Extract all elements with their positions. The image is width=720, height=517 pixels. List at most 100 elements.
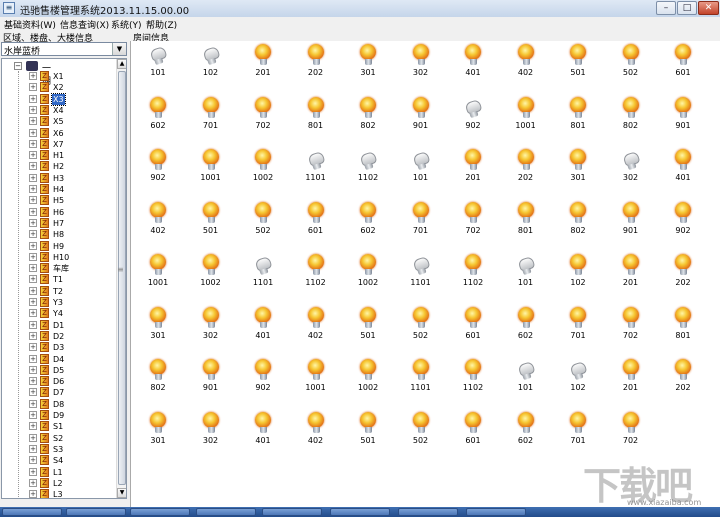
room-cell[interactable]: 301 (343, 43, 393, 83)
room-cell[interactable]: 801 (291, 96, 341, 136)
room-cell[interactable]: 502 (396, 411, 446, 451)
room-cell[interactable]: 1002 (343, 253, 393, 293)
room-cell[interactable]: 602 (501, 411, 551, 451)
room-cell[interactable]: 1101 (291, 148, 341, 188)
tree-item[interactable]: + Z 车库 (29, 263, 109, 274)
room-cell[interactable]: 701 (553, 306, 603, 346)
expand-icon[interactable]: + (29, 399, 37, 408)
expand-icon[interactable]: + (29, 252, 37, 261)
taskbar-button[interactable] (130, 508, 190, 516)
expand-icon[interactable]: + (29, 456, 37, 465)
room-cell[interactable]: 701 (396, 201, 446, 241)
room-cell[interactable]: 901 (186, 358, 236, 398)
expand-icon[interactable]: + (29, 365, 37, 374)
room-cell[interactable]: 601 (658, 43, 708, 83)
expand-icon[interactable]: + (29, 196, 37, 205)
room-cell[interactable]: 202 (501, 148, 551, 188)
room-cell[interactable]: 501 (343, 411, 393, 451)
room-cell[interactable]: 701 (553, 411, 603, 451)
room-cell[interactable]: 802 (343, 96, 393, 136)
room-cell[interactable]: 901 (658, 96, 708, 136)
expand-icon[interactable]: + (29, 275, 37, 284)
room-cell[interactable]: 601 (291, 201, 341, 241)
room-cell[interactable]: 602 (343, 201, 393, 241)
tree-item[interactable]: + Z X3 (29, 92, 109, 106)
room-cell[interactable]: 1001 (501, 96, 551, 136)
tree-item[interactable]: + Z H3 (29, 172, 109, 184)
tree-item[interactable]: + Z X1 (29, 71, 109, 82)
room-cell[interactable]: 301 (133, 306, 183, 346)
room-cell[interactable]: 1102 (343, 148, 393, 188)
room-cell[interactable]: 401 (658, 148, 708, 188)
tree-item[interactable]: + Z H10 (29, 251, 109, 263)
taskbar-button[interactable] (66, 508, 126, 516)
expand-icon[interactable]: + (29, 105, 37, 114)
taskbar-button[interactable] (398, 508, 458, 516)
room-cell[interactable]: 702 (238, 96, 288, 136)
scrollbar-thumb[interactable] (118, 71, 126, 485)
room-cell[interactable]: 102 (186, 43, 236, 83)
room-cell[interactable]: 501 (186, 201, 236, 241)
expand-icon[interactable]: + (29, 320, 37, 329)
close-button[interactable]: ✕ (698, 1, 719, 15)
room-cell[interactable]: 202 (658, 358, 708, 398)
room-cell[interactable]: 201 (606, 358, 656, 398)
room-cell[interactable]: 702 (448, 201, 498, 241)
room-cell[interactable]: 202 (658, 253, 708, 293)
room-cell[interactable]: 502 (606, 43, 656, 83)
room-cell[interactable]: 902 (658, 201, 708, 241)
tree-item[interactable]: + Z D5 (29, 364, 109, 376)
tree-item[interactable]: + Z X5 (29, 116, 109, 127)
tree-item[interactable]: + Z D8 (29, 398, 109, 410)
project-select[interactable]: 水岸蓝桥 ▼ (1, 42, 127, 57)
room-cell[interactable]: 101 (501, 253, 551, 293)
expand-icon[interactable]: + (29, 241, 37, 250)
expand-icon[interactable]: + (29, 490, 37, 498)
tree-item[interactable]: + Z L1 (29, 466, 109, 478)
taskbar-button[interactable] (330, 508, 390, 516)
expand-icon[interactable]: + (29, 286, 37, 295)
room-cell[interactable]: 402 (501, 43, 551, 83)
expand-icon[interactable]: + (29, 411, 37, 419)
room-cell[interactable]: 201 (606, 253, 656, 293)
room-cell[interactable]: 1102 (448, 253, 498, 293)
room-cell[interactable]: 1001 (186, 148, 236, 188)
room-cell[interactable]: 401 (448, 43, 498, 83)
minimize-button[interactable]: – (656, 1, 676, 15)
menu-basic-data[interactable]: 基础资料(W) (4, 18, 56, 31)
tree-item[interactable]: + Z T1 (29, 274, 109, 285)
tree-item[interactable]: + Z S1 (29, 421, 109, 432)
room-cell[interactable]: 801 (501, 201, 551, 241)
expand-icon[interactable]: + (29, 185, 37, 193)
room-cell[interactable]: 1002 (238, 148, 288, 188)
tree-item[interactable]: + Z H6 (29, 206, 109, 218)
room-cell[interactable]: 502 (396, 306, 446, 346)
expand-icon[interactable]: + (29, 388, 37, 397)
room-cell[interactable]: 802 (553, 201, 603, 241)
chevron-down-icon[interactable]: ▼ (112, 43, 126, 55)
room-cell[interactable]: 501 (553, 43, 603, 83)
scroll-up-icon[interactable]: ▲ (117, 59, 126, 69)
expand-icon[interactable]: + (29, 331, 37, 340)
tree-item[interactable]: + Z H9 (29, 240, 109, 252)
room-cell[interactable]: 502 (238, 201, 288, 241)
room-cell[interactable]: 801 (658, 306, 708, 346)
room-cell[interactable]: 102 (553, 253, 603, 293)
expand-icon[interactable]: + (29, 72, 37, 80)
room-cell[interactable]: 302 (606, 148, 656, 188)
room-cell[interactable]: 601 (448, 411, 498, 451)
expand-icon[interactable]: + (29, 264, 37, 273)
tree-item[interactable]: + Z D4 (29, 353, 109, 365)
menu-system[interactable]: 系统(Y) (111, 18, 142, 31)
tree-item[interactable]: + Z D3 (29, 342, 109, 353)
room-cell[interactable]: 102 (553, 358, 603, 398)
tree-item[interactable]: + Z H7 (29, 217, 109, 229)
expand-icon[interactable]: + (29, 377, 37, 386)
expand-icon[interactable]: + (29, 173, 37, 182)
tree-item[interactable]: + Z H4 (29, 184, 109, 195)
expand-icon[interactable]: + (29, 433, 37, 442)
tree-item[interactable]: + Z T2 (29, 285, 109, 297)
tree-item[interactable]: + Z Y4 (29, 308, 109, 319)
menu-help[interactable]: 帮助(Z) (146, 18, 177, 31)
expand-icon[interactable]: + (29, 298, 37, 306)
